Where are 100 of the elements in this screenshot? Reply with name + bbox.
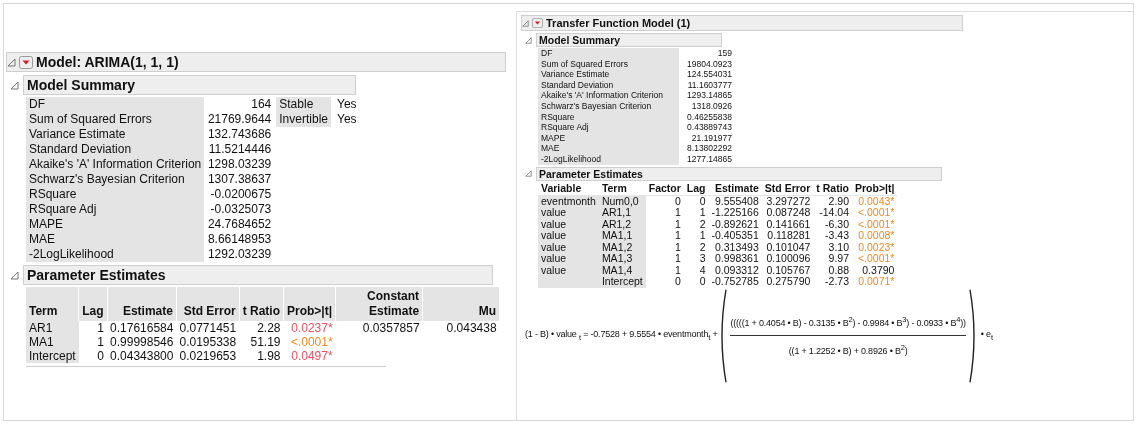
table-cell-text: 0.087248	[765, 207, 812, 219]
table-cell: 1	[645, 230, 684, 242]
table-cell-text: 0.0023*	[857, 241, 896, 254]
table-cell-text: 2	[698, 218, 707, 231]
table-cell: Schwarz's Bayesian Criterion	[538, 100, 679, 112]
table-cell-text: 51.19	[249, 335, 282, 349]
disclosure-triangle-icon[interactable]	[10, 80, 19, 90]
table-cell-text: -3.43	[824, 230, 850, 242]
table-cell: MA1,3	[598, 253, 646, 265]
table-cell: Yes	[331, 112, 360, 127]
table-cell-text: 0.998361	[714, 253, 760, 265]
table-cell: 159	[679, 48, 735, 59]
table-cell: 2.28	[239, 321, 284, 335]
table-cell-text: 0.275790	[765, 276, 812, 288]
table-cell-text: 1.98	[256, 349, 282, 363]
report-title: Model: ARIMA(1, 1, 1)	[36, 54, 179, 70]
column-header: Mu	[422, 287, 500, 321]
table-cell: 0.0771451	[176, 321, 240, 335]
table-cell-text: -0.892621	[710, 218, 760, 231]
table-cell: 1292.03239	[204, 247, 275, 262]
table-cell: Yes	[331, 97, 360, 112]
table-cell-text: 9.97	[827, 253, 850, 265]
dropdown-menu-icon[interactable]	[532, 18, 543, 28]
table-cell-text: 0.118281	[766, 230, 812, 242]
table-cell: Standard Deviation	[538, 79, 679, 91]
table-cell-text: 3	[698, 253, 707, 265]
table-cell: 1	[78, 321, 108, 335]
section-title: Model Summary	[23, 75, 356, 95]
column-header: t Ratio	[239, 287, 284, 321]
table-cell: 1	[645, 218, 684, 231]
table-cell: Akaike's 'A' Information Criterion	[538, 90, 679, 101]
table-cell: 24.7684652	[204, 217, 275, 232]
table-cell: value	[538, 253, 599, 265]
table-cell-text: 2	[698, 241, 707, 254]
table-cell: 0.46255838	[679, 111, 735, 123]
table-cell: 132.743686	[204, 127, 275, 142]
disclosure-triangle-icon[interactable]	[10, 270, 19, 280]
table-cell: 0.0357857	[335, 321, 423, 335]
table-cell: Variance Estimate	[26, 127, 205, 142]
table-cell: MAPE	[26, 217, 205, 232]
column-header: t Ratio	[813, 181, 852, 196]
column-header: Lag	[78, 287, 108, 321]
column-header: Estimate	[107, 287, 177, 321]
section-title: Model Summary	[536, 33, 722, 47]
table-cell: 11.1603777	[679, 79, 735, 91]
table-cell: 0.43889743	[679, 122, 735, 133]
column-header: Estimate	[708, 181, 762, 196]
table-cell: 21769.9644	[204, 112, 275, 127]
table-cell: Standard Deviation	[26, 142, 205, 157]
disclosure-triangle-icon[interactable]	[522, 19, 529, 27]
equation-denominator: ((1 + 1.2252 • B) + 0.8926 • B$^{2}$)	[788, 343, 908, 357]
column-header: Factor	[645, 181, 684, 196]
disclosure-triangle-icon[interactable]	[525, 36, 532, 44]
table-cell-text: 0.3790	[861, 264, 896, 277]
table-cell-text: 0.04343800	[109, 349, 175, 363]
table-cell: AR1	[26, 321, 79, 335]
column-header: Constant Estimate	[335, 287, 423, 321]
table-cell-text: -0.405351	[710, 230, 760, 242]
table-cell: Intercept	[26, 349, 79, 363]
section-title: Parameter Estimates	[536, 166, 942, 181]
table-cell: Sum of Squared Errors	[26, 112, 205, 127]
table-cell-text: <.0001*	[856, 218, 896, 231]
report-title: Transfer Function Model (1)	[546, 17, 691, 29]
column-header: Variable	[538, 181, 599, 196]
equation-text: • e$_{t}$	[980, 329, 993, 342]
table-cell: 2.90	[813, 195, 852, 208]
table-cell: 0	[78, 349, 108, 363]
table-cell-text: 0.0497*	[290, 349, 334, 363]
table-cell: 11.5214446	[204, 142, 275, 157]
disclosure-triangle-icon[interactable]	[7, 57, 16, 67]
table-cell-text: 0.093312	[714, 264, 760, 277]
table-cell: MAPE	[538, 132, 679, 144]
table-cell: 1	[645, 207, 684, 219]
table-cell-text: -6.30	[824, 218, 850, 231]
table-cell: MA1,1	[598, 230, 646, 242]
table-cell-text: <.0001*	[856, 253, 896, 265]
table-cell-text: 0.0071*	[857, 276, 896, 288]
table-cell-text: -1.225166	[710, 207, 760, 219]
disclosure-triangle-icon[interactable]	[525, 170, 532, 178]
column-header: Term	[26, 287, 79, 321]
table-cell: Schwarz's Bayesian Criterion	[26, 172, 205, 187]
table-cell-text: 0.105767	[765, 264, 812, 277]
column-header: Std Error	[176, 287, 240, 321]
table-cell-text: 1	[698, 207, 707, 219]
table-cell: 1298.03239	[204, 157, 275, 172]
column-header: Lag	[683, 181, 709, 196]
table-cell: MA1	[26, 335, 79, 349]
table-cell: -2LogLikelihood	[26, 247, 205, 262]
table-cell: 0.0043*	[852, 195, 898, 208]
table-cell: Akaike's 'A' Information Criterion	[26, 157, 205, 172]
table-cell: MAE	[26, 232, 205, 247]
table-cell: 0	[683, 195, 709, 208]
table-cell-text: 0.141661	[765, 218, 812, 231]
table-cell: DF	[538, 48, 679, 59]
equation-text: (1 - B) • value $_{t}$ = -0.7528 + 9.5554 • eventmonth$_{t}$ +	[525, 329, 718, 342]
table-cell-text: -0.752785	[710, 276, 760, 288]
table-cell-text: 0.100096	[765, 253, 812, 265]
table-cell-text: -14.04	[818, 207, 850, 219]
dropdown-menu-icon[interactable]	[19, 55, 33, 69]
table-cell: -2LogLikelihood	[538, 153, 679, 165]
